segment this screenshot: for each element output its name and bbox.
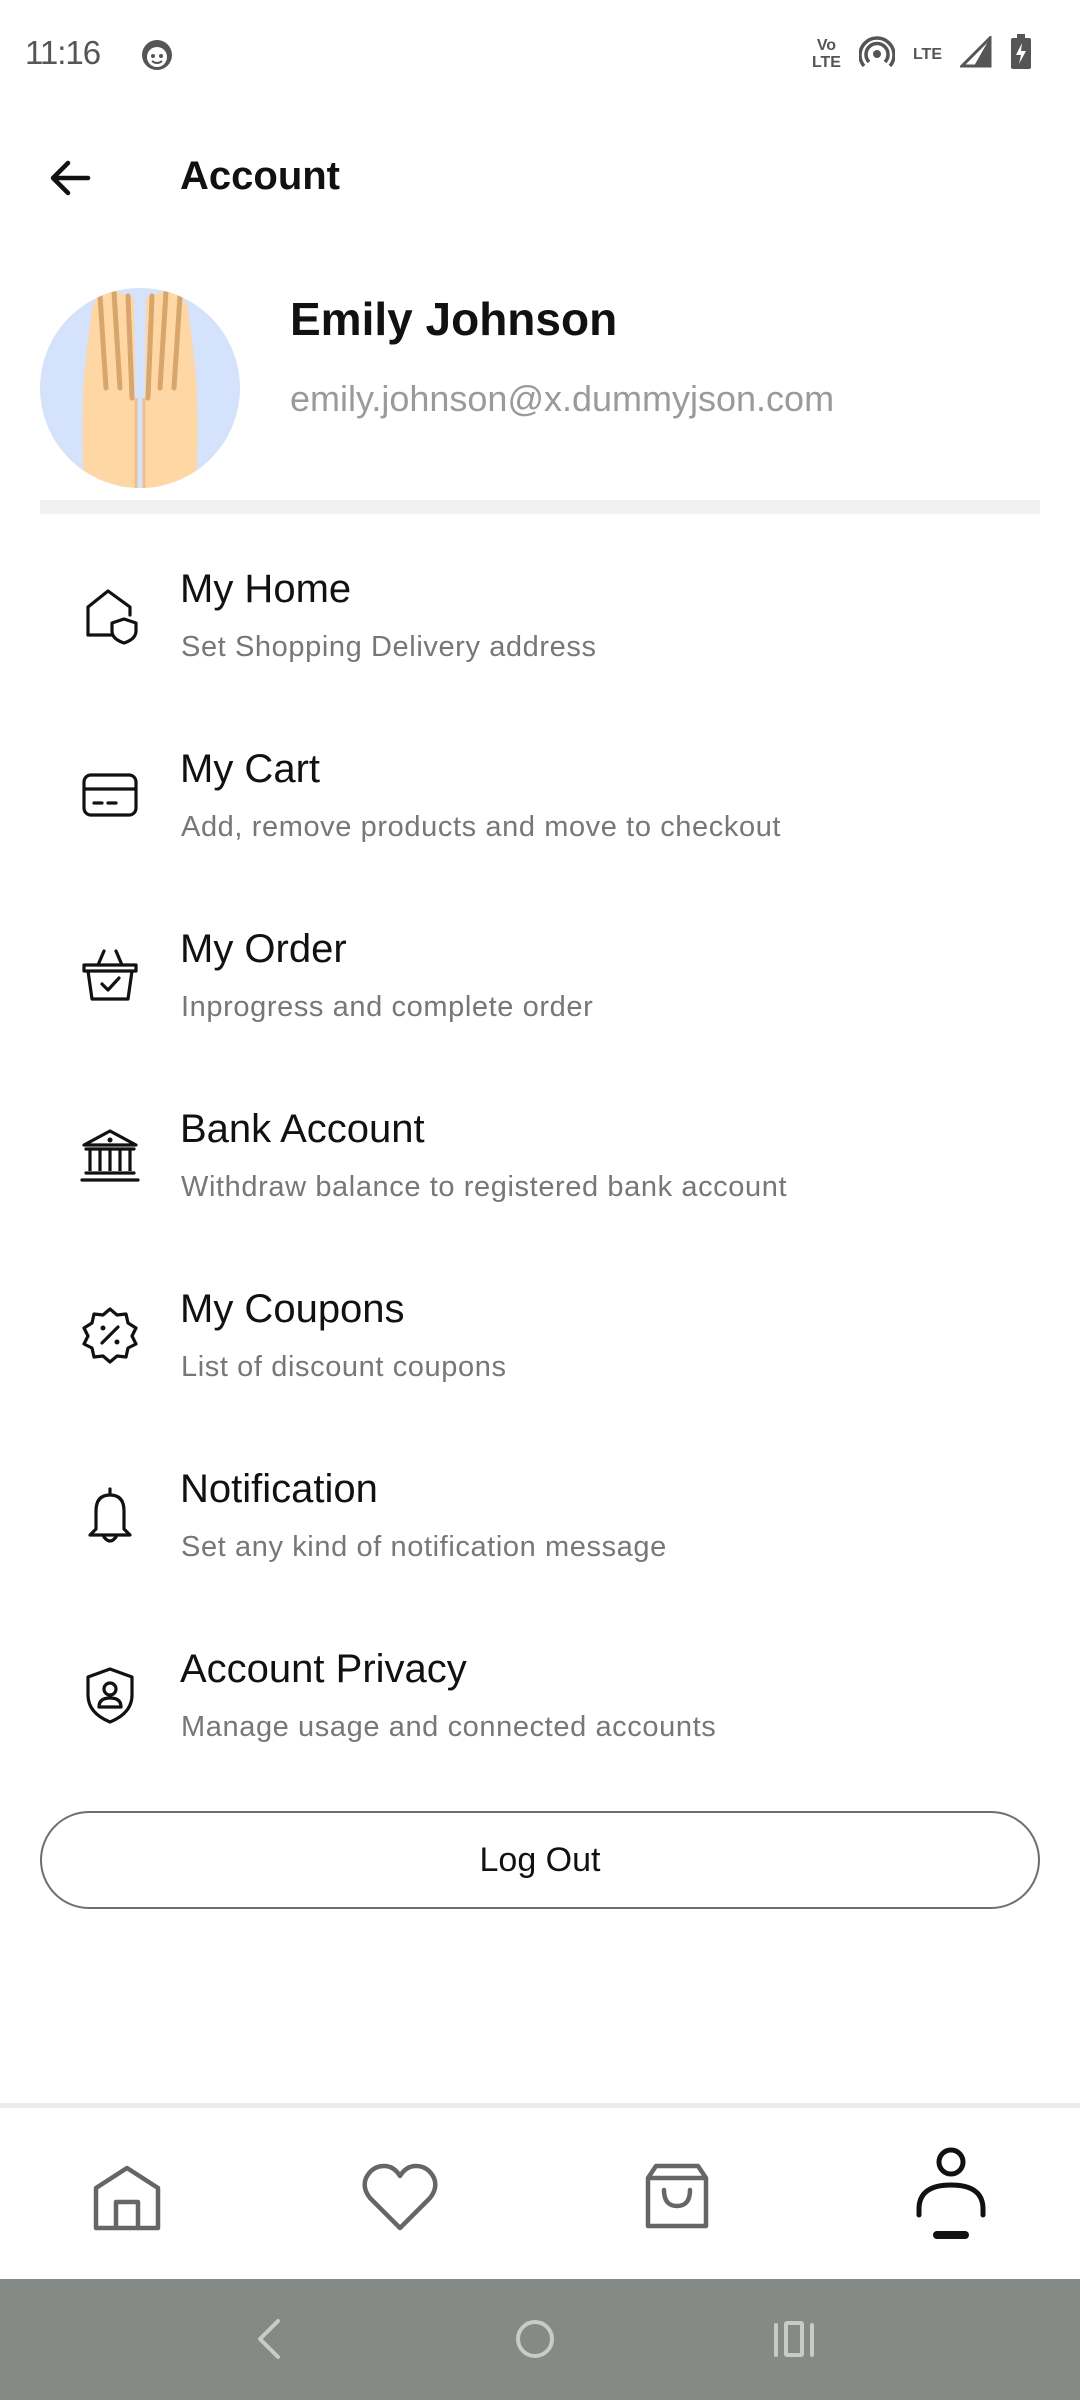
menu-item-subtitle: Add, remove products and move to checkou… [181,811,782,843]
menu-item-subtitle: Inprogress and complete order [181,991,594,1023]
volte-bottom-label: LTE [811,54,841,71]
menu-item-title: My Home [180,567,352,611]
chevron-left-icon [258,2319,280,2359]
avatar[interactable] [40,288,240,488]
nav-account[interactable] [896,2142,1006,2252]
menu-item-my-order[interactable]: My Order Inprogress and complete order [0,885,1080,1065]
menu-item-my-coupons[interactable]: My Coupons List of discount coupons [0,1245,1080,1425]
nav-favorites[interactable] [345,2142,455,2252]
lte-indicator: LTE [913,46,942,63]
menu-item-title: Bank Account [180,1107,425,1151]
volte-indicator: Vo LTE [812,37,841,71]
menu-item-subtitle: Manage usage and connected accounts [181,1711,717,1743]
system-recents-button[interactable] [758,2303,830,2375]
status-bar: 11:16 Vo LTE LTE [0,0,1080,108]
system-home-button[interactable] [499,2303,571,2375]
menu-item-account-privacy[interactable]: Account Privacy Manage usage and connect… [0,1605,1080,1785]
bank-icon [70,1115,150,1195]
discount-badge-icon [70,1295,150,1375]
volte-top-label: Vo [816,37,837,54]
profile-email: emily.johnson@x.dummyjson.com [290,378,835,419]
app-bar: Account [0,130,1080,226]
logout-button[interactable]: Log Out [40,1811,1040,1909]
menu-item-title: My Order [180,927,347,971]
shield-user-icon [70,1655,150,1735]
account-menu: My Home Set Shopping Delivery address My… [0,525,1080,1785]
profile-name: Emily Johnson [290,293,618,345]
menu-item-my-cart[interactable]: My Cart Add, remove products and move to… [0,705,1080,885]
menu-item-subtitle: List of discount coupons [181,1351,507,1383]
menu-item-subtitle: Set Shopping Delivery address [181,631,597,663]
nav-bag[interactable] [622,2142,732,2252]
face-notification-icon [140,38,174,72]
recents-icon [774,2321,814,2357]
home-shield-icon [70,575,150,655]
menu-item-title: Account Privacy [180,1647,467,1691]
praying-hands-icon [82,289,198,488]
circle-home-icon [516,2320,554,2358]
menu-item-bank-account[interactable]: Bank Account Withdraw balance to registe… [0,1065,1080,1245]
divider [40,500,1040,514]
page-title: Account [180,154,340,198]
card-icon [70,755,150,835]
hotspot-icon [858,34,896,75]
signal-icon [958,33,992,73]
menu-item-title: My Coupons [180,1287,405,1331]
arrow-left-icon [50,160,91,196]
menu-item-notification[interactable]: Notification Set any kind of notificatio… [0,1425,1080,1605]
battery-icon [1010,33,1032,75]
status-icons: Vo LTE LTE [812,30,1032,78]
system-back-button[interactable] [234,2303,306,2375]
menu-item-my-home[interactable]: My Home Set Shopping Delivery address [0,525,1080,705]
basket-check-icon [70,935,150,1015]
nav-home[interactable] [72,2142,182,2252]
menu-item-title: My Cart [180,747,320,791]
bottom-nav [0,2103,1080,2279]
user-icon [916,2147,986,2239]
lte-label: LTE [912,45,942,63]
menu-item-title: Notification [180,1467,378,1511]
bell-icon [70,1475,150,1555]
status-time: 11:16 [25,34,101,71]
heart-icon [362,2163,438,2231]
system-nav-bar [0,2279,1080,2400]
menu-item-subtitle: Set any kind of notification message [181,1531,667,1563]
shopping-bag-icon [645,2163,709,2229]
menu-item-subtitle: Withdraw balance to registered bank acco… [181,1171,788,1203]
home-icon [93,2165,161,2231]
back-button[interactable] [30,146,110,210]
